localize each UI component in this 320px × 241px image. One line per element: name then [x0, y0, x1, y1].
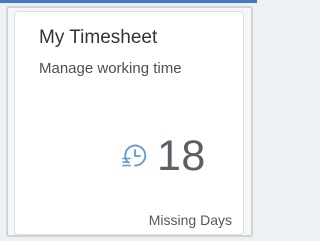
tile-subtitle: Manage working time: [39, 60, 182, 77]
tile-kpi: 18: [119, 130, 206, 182]
timesheet-clock-icon: [119, 140, 151, 172]
tile-title: My Timesheet: [39, 27, 158, 48]
top-bar: [0, 0, 257, 3]
my-timesheet-tile[interactable]: My Timesheet Manage working time 18 Miss…: [14, 11, 244, 235]
missing-days-count: 18: [157, 132, 206, 180]
tile-footer: Missing Days: [148, 212, 232, 228]
